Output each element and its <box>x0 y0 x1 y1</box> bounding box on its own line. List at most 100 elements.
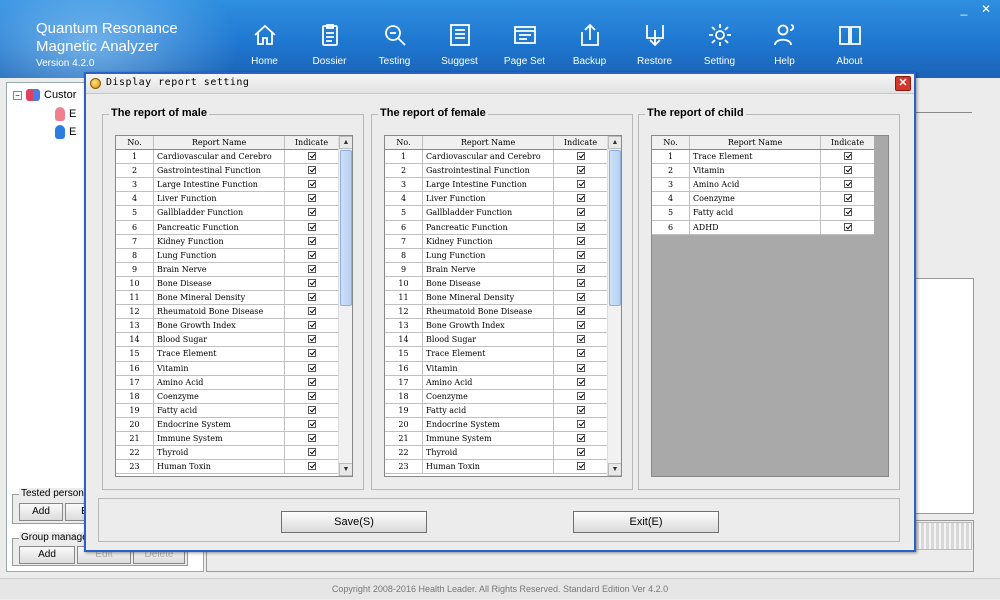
toolbar-dossier-button[interactable]: Dossier <box>297 22 362 72</box>
indicate-checkbox[interactable] <box>307 462 316 471</box>
table-row[interactable]: 4 Liver Function <box>385 192 607 207</box>
column-header-no[interactable]: No. <box>652 136 690 150</box>
toolbar-restore-button[interactable]: Restore <box>622 22 687 72</box>
toolbar-backup-button[interactable]: Backup <box>557 22 622 72</box>
indicate-checkbox[interactable] <box>843 222 852 231</box>
table-row[interactable]: 19 Fatty acid <box>116 403 338 418</box>
indicate-checkbox[interactable] <box>576 180 585 189</box>
column-header-indicate[interactable]: Indicate <box>554 136 607 149</box>
table-row[interactable]: 6 Pancreatic Function <box>116 220 338 235</box>
table-row[interactable]: 15 Trace Element <box>116 347 338 362</box>
indicate-checkbox[interactable] <box>576 278 585 287</box>
table-row[interactable]: 9 Brain Nerve <box>385 262 607 277</box>
indicate-checkbox[interactable] <box>307 194 316 203</box>
indicate-checkbox[interactable] <box>307 419 316 428</box>
indicate-checkbox[interactable] <box>307 222 316 231</box>
table-row[interactable]: 5 Fatty acid <box>652 206 874 221</box>
indicate-checkbox[interactable] <box>307 363 316 372</box>
table-row[interactable]: 2 Gastrointestinal Function <box>116 164 338 179</box>
tree-item-female[interactable]: E <box>55 107 76 121</box>
table-row[interactable]: 5 Gallbladder Function <box>116 206 338 221</box>
indicate-checkbox[interactable] <box>307 307 316 316</box>
table-row[interactable]: 17 Amino Acid <box>385 375 607 390</box>
table-row[interactable]: 11 Bone Mineral Density <box>385 291 607 306</box>
table-row[interactable]: 22 Thyroid <box>116 446 338 461</box>
table-row[interactable]: 4 Coenzyme <box>652 192 874 207</box>
indicate-checkbox[interactable] <box>843 166 852 175</box>
dialog-close-button[interactable]: ✕ <box>895 76 911 91</box>
indicate-checkbox[interactable] <box>576 405 585 414</box>
indicate-checkbox[interactable] <box>307 349 316 358</box>
indicate-checkbox[interactable] <box>576 250 585 259</box>
table-row[interactable]: 22 Thyroid <box>385 446 607 461</box>
indicate-checkbox[interactable] <box>307 377 316 386</box>
table-row[interactable]: 3 Large Intestine Function <box>385 178 607 193</box>
scroll-thumb[interactable] <box>340 150 352 306</box>
minimize-button[interactable]: _ <box>956 2 972 16</box>
table-row[interactable]: 15 Trace Element <box>385 347 607 362</box>
table-row[interactable]: 1 Cardiovascular and Cerebro <box>385 150 607 165</box>
table-row[interactable]: 18 Coenzyme <box>385 389 607 404</box>
tested-add-button[interactable]: Add <box>19 503 63 521</box>
column-header-name[interactable]: Report Name <box>690 136 821 150</box>
table-row[interactable]: 7 Kidney Function <box>116 234 338 249</box>
indicate-checkbox[interactable] <box>307 433 316 442</box>
indicate-checkbox[interactable] <box>576 433 585 442</box>
male-scrollbar[interactable]: ▲ ▼ <box>338 136 352 476</box>
table-row[interactable]: 23 Human Toxin <box>116 460 338 475</box>
toolbar-about-button[interactable]: About <box>817 22 882 72</box>
indicate-checkbox[interactable] <box>307 208 316 217</box>
table-row[interactable]: 18 Coenzyme <box>116 389 338 404</box>
table-row[interactable]: 14 Blood Sugar <box>116 333 338 348</box>
table-row[interactable]: 12 Rheumatoid Bone Disease <box>385 305 607 320</box>
table-row[interactable]: 2 Vitamin <box>652 164 874 179</box>
table-row[interactable]: 3 Amino Acid <box>652 178 874 193</box>
female-scrollbar[interactable]: ▲ ▼ <box>607 136 621 476</box>
table-row[interactable]: 7 Kidney Function <box>385 234 607 249</box>
indicate-checkbox[interactable] <box>307 180 316 189</box>
dialog-titlebar[interactable]: Display report setting ✕ <box>86 74 914 94</box>
table-row[interactable]: 8 Lung Function <box>116 248 338 263</box>
indicate-checkbox[interactable] <box>576 166 585 175</box>
indicate-checkbox[interactable] <box>307 250 316 259</box>
table-row[interactable]: 17 Amino Acid <box>116 375 338 390</box>
table-row[interactable]: 23 Human Toxin <box>385 460 607 475</box>
table-row[interactable]: 20 Endocrine System <box>116 417 338 432</box>
indicate-checkbox[interactable] <box>576 236 585 245</box>
table-row[interactable]: 16 Vitamin <box>385 361 607 376</box>
table-row[interactable]: 1 Cardiovascular and Cerebro <box>116 150 338 165</box>
table-row[interactable]: 14 Blood Sugar <box>385 333 607 348</box>
table-row[interactable]: 20 Endocrine System <box>385 417 607 432</box>
indicate-checkbox[interactable] <box>576 264 585 273</box>
table-row[interactable]: 19 Fatty acid <box>385 403 607 418</box>
indicate-checkbox[interactable] <box>843 208 852 217</box>
indicate-checkbox[interactable] <box>843 180 852 189</box>
toolbar-page-set-button[interactable]: Page Set <box>492 22 557 72</box>
group-add-button[interactable]: Add <box>19 546 75 564</box>
indicate-checkbox[interactable] <box>576 363 585 372</box>
scroll-up-icon[interactable]: ▲ <box>608 136 621 149</box>
toolbar-suggest-button[interactable]: Suggest <box>427 22 492 72</box>
indicate-checkbox[interactable] <box>307 264 316 273</box>
table-row[interactable]: 13 Bone Growth Index <box>116 319 338 334</box>
scroll-thumb[interactable] <box>609 150 621 306</box>
indicate-checkbox[interactable] <box>576 335 585 344</box>
indicate-checkbox[interactable] <box>576 349 585 358</box>
column-header-indicate[interactable]: Indicate <box>821 136 874 149</box>
window-close-button[interactable]: ✕ <box>978 2 994 16</box>
table-row[interactable]: 6 ADHD <box>652 220 874 235</box>
indicate-checkbox[interactable] <box>307 335 316 344</box>
indicate-checkbox[interactable] <box>307 321 316 330</box>
toolbar-setting-button[interactable]: Setting <box>687 22 752 72</box>
table-row[interactable]: 16 Vitamin <box>116 361 338 376</box>
indicate-checkbox[interactable] <box>307 166 316 175</box>
indicate-checkbox[interactable] <box>576 194 585 203</box>
indicate-checkbox[interactable] <box>576 419 585 428</box>
table-row[interactable]: 10 Bone Disease <box>116 276 338 292</box>
scroll-down-icon[interactable]: ▼ <box>608 463 621 476</box>
indicate-checkbox[interactable] <box>307 405 316 414</box>
indicate-checkbox[interactable] <box>576 321 585 330</box>
indicate-checkbox[interactable] <box>576 462 585 471</box>
toolbar-testing-button[interactable]: Testing <box>362 22 427 72</box>
table-row[interactable]: 8 Lung Function <box>385 248 607 263</box>
